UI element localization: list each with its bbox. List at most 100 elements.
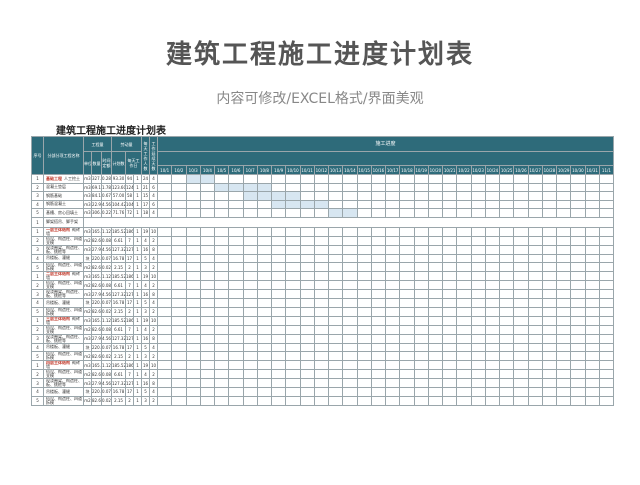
- gantt-cell: [214, 208, 230, 218]
- row-workdays: 186: [125, 360, 135, 370]
- gantt-cell: [513, 342, 529, 352]
- gantt-cell: [499, 226, 515, 237]
- gantt-cell: [427, 191, 444, 201]
- gantt-cell: [342, 182, 358, 192]
- gantt-cell: [513, 333, 529, 344]
- gantt-cell: [541, 333, 558, 344]
- table-row: 4钢筋混凝土 m322.94.560104.421041176: [31, 199, 615, 209]
- gantt-cell: [556, 342, 572, 352]
- gantt-cell: [527, 342, 543, 352]
- gantt-cell: [541, 235, 558, 246]
- row-amount: 165.6: [91, 315, 102, 326]
- row-workdays: 186: [125, 226, 135, 237]
- gantt-cell: [328, 298, 344, 308]
- gantt-cell: [484, 315, 501, 326]
- gantt-cell: [285, 174, 301, 184]
- gantt-cell: [356, 182, 372, 192]
- row-plan: 6.61: [111, 324, 127, 335]
- gantt-cell: [556, 378, 572, 388]
- gantt-cell: [570, 280, 586, 290]
- row-seq: 1: [31, 315, 44, 326]
- gantt-cell: [285, 395, 301, 406]
- row-name-cell: 现浇圈梁、构造柱、板、挑檐等: [43, 244, 84, 255]
- gantt-cell: [328, 342, 344, 352]
- col-workers: 每天工作人数: [141, 136, 151, 175]
- row-plan: 2.15: [111, 306, 127, 317]
- gantt-cell: [598, 289, 615, 299]
- gantt-cell: [399, 226, 415, 237]
- row-people: 1: [133, 351, 143, 361]
- gantt-cell: [470, 199, 486, 209]
- gantt-cell: [413, 182, 429, 192]
- gantt-cell: [271, 315, 287, 326]
- gantt-cell: [456, 271, 472, 281]
- date-header: 10/3: [185, 165, 201, 175]
- row-amount: 27.92: [91, 333, 102, 344]
- row-name: 搭设、构造柱、四道拆模: [46, 307, 82, 316]
- gantt-cell: [456, 298, 472, 308]
- gantt-cell: [385, 280, 401, 290]
- gantt-cell: [157, 235, 173, 246]
- gantt-cell: [513, 226, 529, 237]
- gantt-cell: [313, 378, 330, 388]
- gantt-cell: [541, 182, 558, 192]
- gantt-cell: [570, 235, 586, 246]
- gantt-cell: [499, 378, 515, 388]
- gantt-cell: [598, 208, 615, 218]
- date-header: 10/20: [427, 165, 444, 175]
- gantt-cell: [598, 324, 615, 335]
- gantt-cell: [456, 333, 472, 344]
- gantt-cell: [442, 199, 458, 209]
- gantt-cell: [214, 395, 230, 406]
- gantt-cell: [285, 369, 301, 379]
- gantt-cell: [271, 333, 287, 344]
- gantt-cell: [228, 174, 244, 184]
- gantt-cell: [342, 289, 358, 299]
- row-amount: 220.8: [91, 342, 102, 352]
- gantt-cell: [271, 369, 287, 379]
- row-name: 搭设、构造柱、四道支模: [46, 369, 82, 378]
- gantt-cell: [256, 271, 273, 281]
- row-seq: 1: [31, 226, 44, 237]
- gantt-cell: [285, 333, 301, 344]
- gantt-cell: [242, 289, 258, 299]
- row-unit: m2: [83, 351, 92, 361]
- row-workdays: 2: [125, 262, 135, 272]
- gantt-cell: [271, 298, 287, 308]
- gantt-cell: [313, 174, 330, 184]
- row-workdays: 104: [125, 199, 135, 209]
- gantt-cell: [499, 360, 515, 370]
- gantt-cell: [285, 351, 301, 361]
- gantt-cell: [199, 199, 216, 209]
- row-name-cell: 吊楼板、灌缝: [43, 253, 84, 263]
- col-amount: 数量: [91, 151, 102, 175]
- gantt-cell: [399, 333, 415, 344]
- gantt-cell: [157, 271, 173, 281]
- gantt-cell: [598, 351, 615, 361]
- row-shifts: 10: [149, 271, 159, 281]
- gantt-cell: [527, 182, 543, 192]
- row-amount: 220.8: [91, 253, 102, 263]
- gantt-cell: [356, 378, 372, 388]
- gantt-cell: [242, 253, 258, 263]
- date-header: 10/10: [285, 165, 301, 175]
- row-people: 1: [133, 262, 143, 272]
- gantt-cell: [242, 360, 258, 370]
- row-name-cell: 现浇圈梁、构造柱、板、挑檐等: [43, 333, 84, 344]
- gantt-cell: [556, 191, 572, 201]
- table-row: 4吊楼板、灌缝块220.80.07616.7817154: [31, 253, 615, 263]
- gantt-cell: [484, 324, 501, 335]
- gantt-cell: [313, 280, 330, 290]
- gantt-cell: [399, 306, 415, 317]
- gantt-cell: [442, 333, 458, 344]
- row-name: 搭设、构造柱、四道拆模: [46, 262, 82, 271]
- gantt-cell: [499, 333, 515, 344]
- row-workdays: 94: [125, 174, 135, 184]
- gantt-cell: [584, 387, 600, 397]
- schedule-spacer: [157, 151, 615, 166]
- gantt-cell: [157, 226, 173, 237]
- col-workdays: 每天工作日: [125, 151, 143, 175]
- gantt-cell: [442, 315, 458, 326]
- date-header: 10/15: [356, 165, 372, 175]
- gantt-cell: [199, 333, 216, 344]
